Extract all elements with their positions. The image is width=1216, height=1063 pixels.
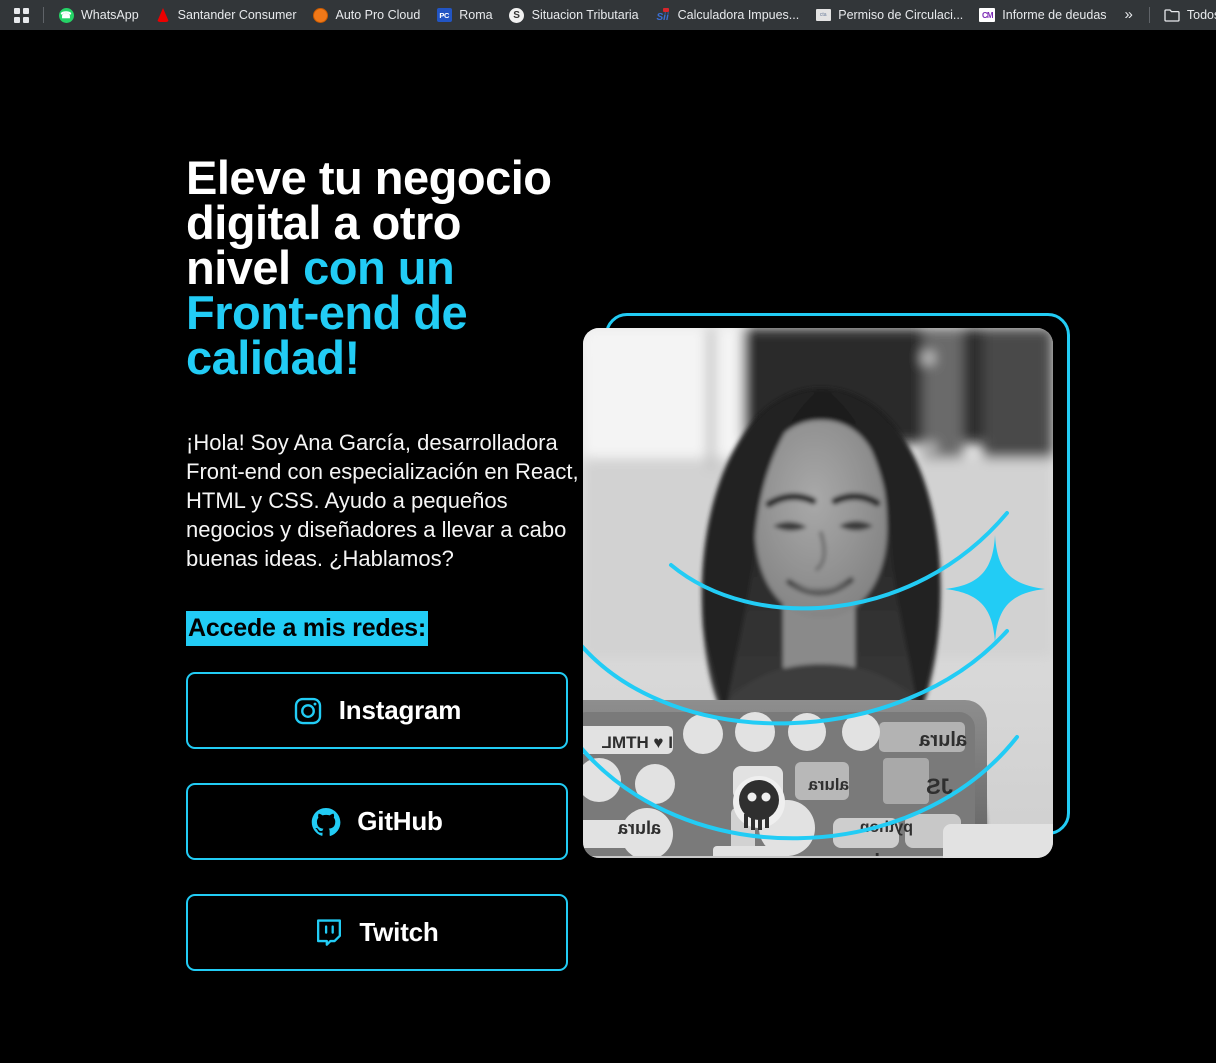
github-button[interactable]: GitHub	[186, 783, 568, 860]
permiso-icon: cta	[815, 7, 831, 23]
bookmark-roma[interactable]: PC Roma	[428, 3, 500, 27]
page-title: Eleve tu negocio digital a otro nivel co…	[186, 154, 586, 381]
bookmark-informe-de-deudas[interactable]: CM Informe de deudas	[971, 3, 1114, 27]
headline-line-5-accent: calidad!	[186, 331, 360, 384]
twitch-button-label: Twitch	[359, 917, 439, 947]
bookmark-label: Auto Pro Cloud	[335, 8, 421, 22]
bookmarks-divider	[1148, 7, 1150, 23]
svg-text:alura: alura	[808, 775, 849, 794]
bookmark-santander-consumer[interactable]: Santander Consumer	[147, 3, 305, 27]
page-body: Eleve tu negocio digital a otro nivel co…	[0, 30, 1216, 1063]
hero-text-column: Eleve tu negocio digital a otro nivel co…	[186, 154, 586, 971]
bookmark-auto-pro-cloud[interactable]: Auto Pro Cloud	[305, 3, 429, 27]
bookmark-label: Permiso de Circulaci...	[838, 8, 964, 22]
folder-icon	[1164, 7, 1180, 23]
bookmark-label: WhatsApp	[81, 8, 139, 22]
sii-icon: Sii	[655, 7, 671, 23]
svg-text:JS: JS	[926, 774, 953, 799]
bookmarks-bar: ☎ WhatsApp Santander Consumer Auto Pro C…	[0, 0, 1216, 30]
grid-cell	[14, 16, 20, 23]
networks-heading-wrapper: Accede a mis redes:	[186, 611, 586, 646]
social-buttons-group: Instagram GitHub Twitch	[186, 672, 586, 971]
informe-icon: CM	[979, 7, 996, 23]
svg-text:alura: alura	[918, 729, 967, 751]
instagram-button-label: Instagram	[338, 695, 462, 725]
svg-text:I ♥ HTML: I ♥ HTML	[602, 733, 673, 752]
bookmarks-divider	[43, 7, 44, 23]
situacion-icon-text: S	[509, 7, 525, 23]
bookmark-label: Todos los	[1186, 8, 1216, 22]
svg-text:alura: alura	[617, 818, 661, 838]
informe-icon-text: CM	[979, 8, 996, 22]
bookmark-calculadora-impuestos[interactable]: Sii Calculadora Impues...	[647, 3, 808, 27]
apps-grid-icon[interactable]	[14, 7, 29, 23]
bookmark-label: Calculadora Impues...	[677, 8, 800, 22]
permiso-icon-text: cta	[815, 9, 831, 21]
bookmark-permiso-de-circulacion[interactable]: cta Permiso de Circulaci...	[807, 3, 971, 27]
bookmark-label: Informe de deudas	[1002, 8, 1107, 22]
grid-cell	[23, 16, 29, 23]
bookmark-all-bookmarks[interactable]: Todos los	[1156, 3, 1216, 27]
github-button-label: GitHub	[357, 806, 443, 836]
hero-image-block: I ♥ HTML alura alura JS python alura BAC…	[583, 313, 1083, 903]
instagram-icon	[293, 696, 323, 726]
bio-paragraph: ¡Hola! Soy Ana García, desarrolladora Fr…	[186, 430, 579, 571]
bookmarks-overflow-button[interactable]: »	[1115, 3, 1143, 27]
twitch-icon	[315, 918, 343, 948]
whatsapp-icon: ☎	[58, 7, 74, 23]
bookmark-label: Roma	[459, 8, 493, 22]
sii-icon-text: Sii	[655, 7, 671, 23]
grid-cell	[23, 7, 29, 14]
roma-icon-text: PC	[436, 8, 452, 22]
bookmark-whatsapp[interactable]: ☎ WhatsApp	[50, 3, 147, 27]
networks-heading: Accede a mis redes:	[186, 611, 428, 646]
grid-cell	[14, 7, 20, 14]
situacion-icon: S	[509, 7, 525, 23]
developer-photo: I ♥ HTML alura alura JS python alura BAC…	[583, 328, 1053, 858]
svg-text:python: python	[860, 819, 913, 836]
github-icon	[311, 807, 341, 837]
bookmark-label: Situacion Tributaria	[531, 8, 639, 22]
roma-icon: PC	[436, 7, 452, 23]
santander-icon	[155, 7, 171, 23]
autoprocloud-icon	[313, 7, 329, 23]
bookmark-label: Santander Consumer	[177, 8, 297, 22]
bookmark-situacion-tributaria[interactable]: S Situacion Tributaria	[501, 3, 647, 27]
instagram-button[interactable]: Instagram	[186, 672, 568, 749]
twitch-button[interactable]: Twitch	[186, 894, 568, 971]
